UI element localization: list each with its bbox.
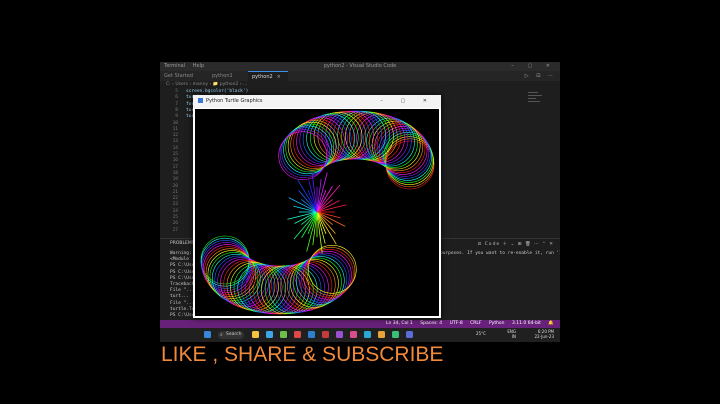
status-encoding[interactable]: UTF-8 xyxy=(450,321,463,326)
turtle-ring xyxy=(220,258,269,308)
tab-label: python1 xyxy=(212,73,233,79)
line-number: 26 xyxy=(172,221,178,227)
language-indicator[interactable]: ENG IN xyxy=(507,329,516,339)
vscode-titlebar: Terminal Help python2 - Visual Studio Co… xyxy=(160,62,560,71)
status-cursor-position[interactable]: Ln 34, Col 1 xyxy=(386,321,413,326)
tab-python1[interactable]: python1 xyxy=(208,71,250,81)
search-label: Search xyxy=(226,332,242,337)
edge-browser-icon[interactable] xyxy=(266,331,273,338)
line-number: 7 xyxy=(175,101,178,107)
terminal-line: File "... xyxy=(170,288,195,294)
line-number: 12 xyxy=(172,133,178,139)
close-tab-icon[interactable]: × xyxy=(277,74,281,80)
turtle-window-title: Python Turtle Graphics xyxy=(206,98,263,104)
line-number: 19 xyxy=(172,177,178,183)
line-number: 22 xyxy=(172,196,178,202)
turtle-ring xyxy=(366,117,415,167)
tab-get-started[interactable]: Get Started xyxy=(160,71,208,81)
line-number: 9 xyxy=(175,114,178,120)
app-icon-red[interactable] xyxy=(294,331,301,338)
line-number: 23 xyxy=(172,202,178,208)
status-language[interactable]: Python xyxy=(489,321,505,326)
status-indentation[interactable]: Spaces: 4 xyxy=(420,321,442,326)
terminal-line: purposes. If you want to re-enable it, r… xyxy=(440,251,560,256)
turtle-window-controls[interactable]: – ▢ ✕ xyxy=(380,95,435,108)
line-number: 6 xyxy=(175,95,178,101)
python-turtle-taskbar-icon[interactable] xyxy=(406,331,413,338)
line-number: 13 xyxy=(172,139,178,145)
app-icon-cyan[interactable] xyxy=(364,331,371,338)
line-number: 17 xyxy=(172,164,178,170)
window-title: python2 - Visual Studio Code xyxy=(323,63,397,69)
app-icon-orange[interactable] xyxy=(378,331,385,338)
turtle-ring xyxy=(293,118,342,168)
taskbar-search[interactable]: ⌕ Search xyxy=(218,331,244,339)
status-bar: Ln 34, Col 1 Spaces: 4 UTF-8 CRLF Python… xyxy=(160,320,560,328)
notifications-bell-icon[interactable]: 🔔 xyxy=(548,321,554,326)
app-icon-maroon[interactable] xyxy=(322,331,329,338)
search-icon: ⌕ xyxy=(220,332,223,338)
file-explorer-icon[interactable] xyxy=(252,331,259,338)
breadcrumb[interactable]: C: › Users › manny › 📁 python2 › ... xyxy=(166,82,247,87)
turtle-app-icon xyxy=(198,98,203,103)
line-number: 8 xyxy=(175,107,178,113)
turtle-ring xyxy=(293,257,342,307)
panel-tab-problems[interactable]: PROBLEMS xyxy=(170,241,195,246)
editor-tab-bar: Get Started python1 python2 × ▷ ⊡ ⋯ xyxy=(160,71,560,81)
tab-label: python2 xyxy=(252,74,273,80)
line-number: 18 xyxy=(172,170,178,176)
line-number: 15 xyxy=(172,152,178,157)
store-icon[interactable] xyxy=(280,331,287,338)
turtle-ring xyxy=(308,244,357,294)
line-number: 27 xyxy=(172,227,178,233)
line-number: 24 xyxy=(172,208,178,214)
app-icon-purple[interactable] xyxy=(336,331,343,338)
windows-taskbar: ⌕ Search 25°C ENG IN 6:20 PM 22-Jun-23 xyxy=(160,328,560,342)
weather-widget[interactable]: 25°C xyxy=(476,331,498,336)
tab-python2[interactable]: python2 × xyxy=(248,71,288,81)
line-number: 5 xyxy=(175,89,178,94)
turtle-titlebar: Python Turtle Graphics – ▢ ✕ xyxy=(193,95,441,108)
vscode-taskbar-icon[interactable] xyxy=(308,331,315,338)
turtle-graphics-window: Python Turtle Graphics – ▢ ✕ xyxy=(193,95,441,318)
turtle-canvas xyxy=(195,109,439,316)
turtle-ring xyxy=(278,131,327,181)
line-number: 11 xyxy=(172,126,178,132)
terminal-line: File "... xyxy=(170,300,195,306)
line-number: 21 xyxy=(172,189,178,195)
code-line: screen.bgcolor('black') xyxy=(186,89,249,94)
windows-start-icon[interactable] xyxy=(204,331,211,338)
minimap[interactable] xyxy=(528,90,546,130)
subscribe-banner-text: LIKE , SHARE & SUBSCRIBE xyxy=(161,343,444,366)
app-icon-pink[interactable] xyxy=(350,331,357,338)
line-number: 10 xyxy=(172,120,178,126)
system-tray[interactable]: 25°C ENG IN 6:20 PM 22-Jun-23 xyxy=(476,329,554,339)
status-line-ending[interactable]: CRLF xyxy=(470,321,481,326)
status-interpreter[interactable]: 3.11.0 64-bit xyxy=(512,321,541,326)
panel-controls[interactable]: ⊡ Code ＋ ⌄ ⊞ 🗑 ⋯ ⌃ ✕ xyxy=(477,241,554,247)
line-number: 25 xyxy=(172,215,178,220)
app-icon-green[interactable] xyxy=(392,331,399,338)
terminal-line: turt... xyxy=(170,294,189,300)
clock-date[interactable]: 22-Jun-23 xyxy=(534,334,554,339)
line-number: 14 xyxy=(172,145,178,151)
window-controls[interactable]: – ▢ ✕ xyxy=(511,62,556,71)
editor-actions[interactable]: ▷ ⊡ ⋯ xyxy=(525,71,556,81)
line-number: 20 xyxy=(172,183,178,189)
tab-label: Get Started xyxy=(164,73,193,79)
line-number: 16 xyxy=(172,158,178,164)
